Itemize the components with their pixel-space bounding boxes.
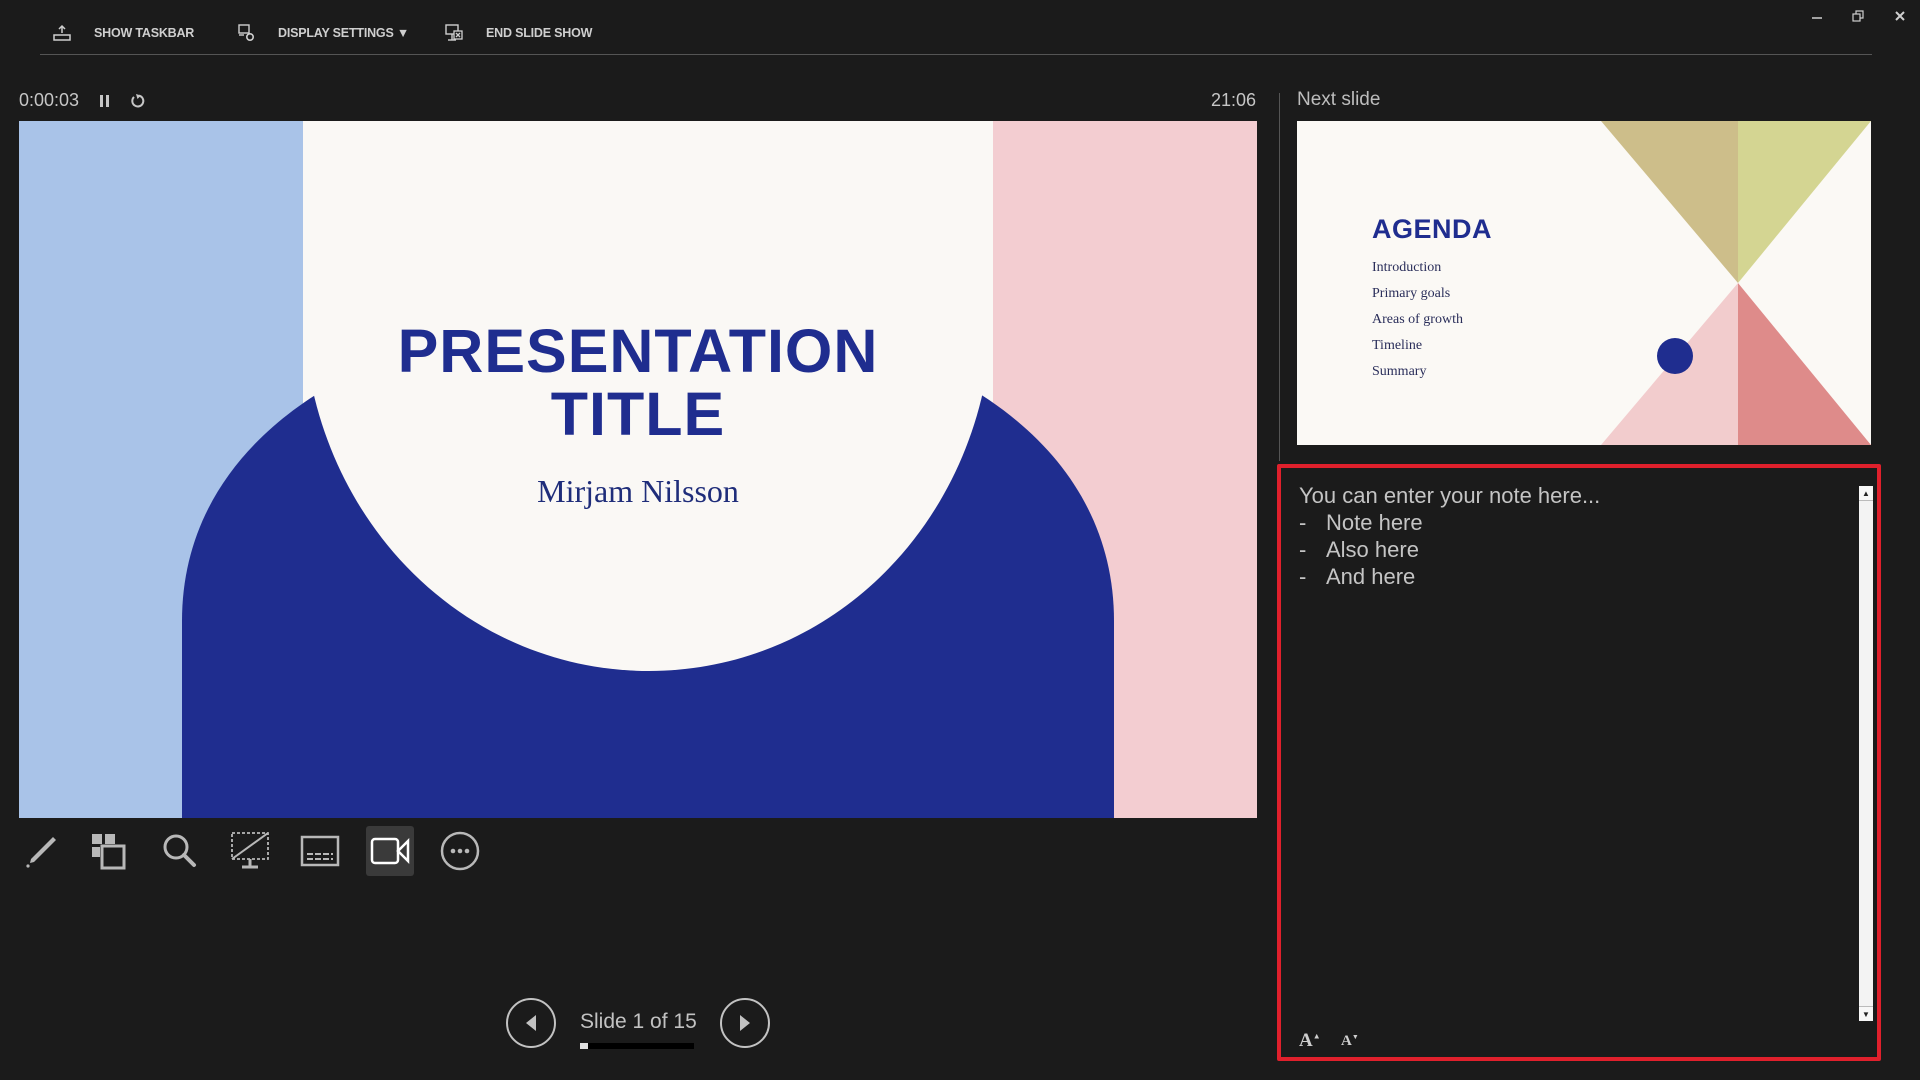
zoom-slide-button[interactable]: [156, 826, 204, 876]
previous-slide-button[interactable]: [506, 998, 556, 1048]
slide-background-shapes: [19, 121, 1257, 818]
close-button[interactable]: [1882, 4, 1918, 28]
triangle-left-icon: [526, 1015, 536, 1031]
triangle-bottom-right: [1738, 283, 1871, 445]
slide-counter[interactable]: Slide 1 of 15: [580, 1010, 697, 1034]
triangle-top-right: [1738, 121, 1871, 283]
more-options-button[interactable]: [436, 826, 484, 876]
notes-intro: You can enter your note here...: [1299, 483, 1601, 508]
slide-progress-bar: [580, 1043, 694, 1049]
magnifier-icon: [163, 834, 196, 867]
current-slide[interactable]: PRESENTATION TITLE Mirjam Nilsson: [19, 121, 1257, 818]
triangle-top-left: [1601, 121, 1738, 283]
decrease-font-icon: A: [1341, 1033, 1352, 1049]
end-slide-show-label: END SLIDE SHOW: [486, 26, 593, 40]
pause-timer-button[interactable]: [95, 90, 115, 112]
notes-scrollbar[interactable]: ▲ ▼: [1859, 486, 1873, 1021]
restore-icon: [1852, 10, 1864, 22]
see-all-slides-button[interactable]: [85, 826, 133, 876]
subtitles-icon: [300, 835, 340, 867]
video-camera-icon: [370, 837, 410, 865]
pane-divider[interactable]: [1279, 93, 1280, 461]
ellipsis-icon: [440, 831, 480, 871]
topbar-divider: [40, 54, 1872, 55]
increase-font-icon: A: [1299, 1030, 1313, 1051]
display-settings-button[interactable]: DISPLAY SETTINGS ▼: [236, 22, 409, 44]
grid-slides-icon: [92, 834, 126, 870]
notes-list-item: - Note here: [1299, 510, 1423, 535]
scroll-up-arrow-icon[interactable]: ▲: [1859, 486, 1873, 501]
end-slideshow-icon: [445, 24, 463, 41]
black-screen-button[interactable]: [226, 826, 274, 876]
agenda-title: AGENDA: [1372, 214, 1493, 244]
next-slide-label: Next slide: [1297, 89, 1381, 110]
minimize-button[interactable]: [1799, 4, 1835, 28]
slide-subtitle: Mirjam Nilsson: [537, 473, 739, 509]
scroll-down-arrow-icon[interactable]: ▼: [1859, 1006, 1873, 1021]
camera-button[interactable]: [366, 826, 414, 876]
agenda-item: Areas of growth: [1372, 312, 1463, 327]
pen-icon: [26, 837, 56, 868]
restore-button[interactable]: [1840, 4, 1876, 28]
agenda-item: Summary: [1372, 364, 1427, 379]
show-taskbar-button[interactable]: SHOW TASKBAR: [52, 22, 194, 44]
current-time: 21:06: [1210, 90, 1256, 110]
end-slide-show-button[interactable]: END SLIDE SHOW: [444, 22, 592, 44]
pause-icon: [100, 95, 109, 107]
decrease-font-button[interactable]: A▼: [1341, 1033, 1359, 1050]
monitor-slash-icon: [231, 832, 269, 869]
restart-icon: [131, 94, 145, 108]
agenda-item: Timeline: [1372, 338, 1423, 353]
navy-dot: [1657, 338, 1693, 374]
slide-title-line2: TITLE: [550, 380, 726, 448]
next-slide-shapes: [1601, 121, 1871, 445]
subtitles-button[interactable]: [296, 826, 344, 876]
agenda-item: Introduction: [1372, 260, 1442, 275]
speaker-notes-panel[interactable]: You can enter your note here... - Note he…: [1277, 464, 1881, 1061]
restart-timer-button[interactable]: [128, 90, 148, 112]
increase-font-button[interactable]: A▲: [1299, 1030, 1321, 1052]
taskbar-icon: [53, 24, 71, 41]
agenda-item: Primary goals: [1372, 286, 1451, 301]
next-slide-preview[interactable]: AGENDA Introduction Primary goals Areas …: [1297, 121, 1871, 445]
minimize-icon: [1812, 17, 1822, 19]
slide-title-line1: PRESENTATION: [397, 317, 879, 385]
notes-list-item: - And here: [1299, 564, 1416, 589]
next-slide-button[interactable]: [720, 998, 770, 1048]
speaker-notes-text[interactable]: You can enter your note here... - Note he…: [1299, 482, 1839, 590]
pen-tool-button[interactable]: [17, 826, 65, 876]
display-settings-label: DISPLAY SETTINGS ▼: [278, 26, 410, 40]
close-icon: [1895, 11, 1905, 21]
elapsed-timer: 0:00:03: [19, 90, 80, 110]
display-settings-icon: [238, 24, 255, 42]
triangle-right-icon: [740, 1015, 750, 1031]
slide-progress-fill: [580, 1043, 588, 1049]
notes-list-item: - Also here: [1299, 537, 1419, 562]
show-taskbar-label: SHOW TASKBAR: [94, 26, 195, 40]
